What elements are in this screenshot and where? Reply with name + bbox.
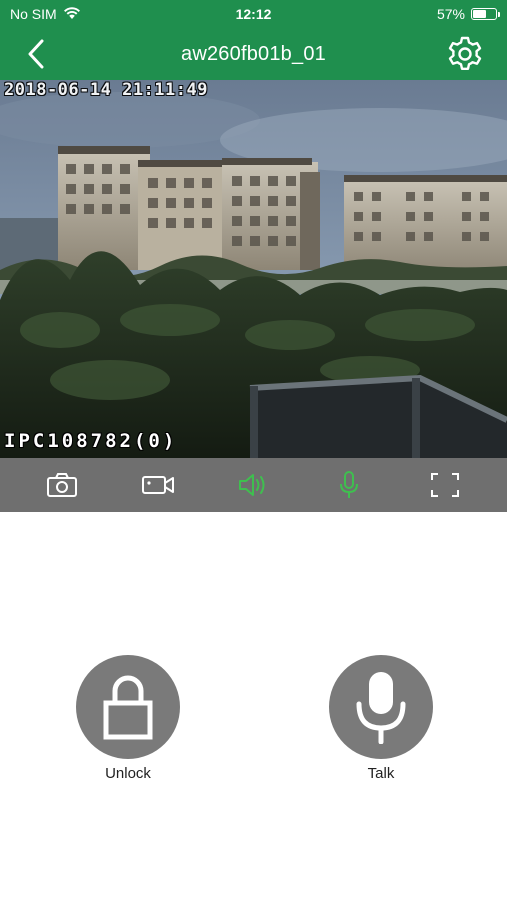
talk-label: Talk: [367, 765, 395, 782]
microphone-icon: [356, 672, 406, 744]
mic-toggle-button[interactable]: [327, 465, 371, 505]
carrier-text: No SIM: [10, 6, 57, 22]
talk-button[interactable]: [329, 655, 433, 759]
chevron-left-icon: [28, 39, 44, 69]
unlock-action: Unlock: [76, 655, 180, 782]
camera-icon: [46, 473, 77, 497]
video-record-icon: [141, 476, 174, 494]
unlock-button[interactable]: [76, 655, 180, 759]
snapshot-button[interactable]: [40, 465, 84, 505]
microphone-icon: [340, 471, 359, 498]
lock-icon: [103, 675, 153, 740]
fullscreen-button[interactable]: [423, 465, 467, 505]
video-timestamp: 2018-06-14 21:11:49: [4, 80, 208, 100]
battery-icon: [471, 8, 500, 20]
status-bar: No SIM 12:12 57%: [0, 0, 507, 28]
video-control-bar: [0, 458, 507, 512]
wifi-icon: [63, 6, 81, 23]
audio-toggle-button[interactable]: [231, 465, 275, 505]
status-left: No SIM: [10, 6, 81, 23]
battery-percent: 57%: [436, 6, 465, 22]
gear-icon: [448, 36, 482, 70]
record-button[interactable]: [136, 465, 180, 505]
video-feed[interactable]: 2018-06-14 21:11:49 IPC108782(0): [0, 80, 507, 458]
back-button[interactable]: [18, 36, 54, 72]
fullscreen-icon: [431, 473, 460, 497]
video-scene: [0, 80, 507, 458]
battery-fill: [473, 10, 486, 18]
settings-button[interactable]: [445, 34, 485, 74]
page-title: aw260fb01b_01: [181, 42, 326, 65]
nav-bar: aw260fb01b_01: [0, 28, 507, 80]
speaker-icon: [239, 474, 265, 496]
camera-id-overlay: IPC108782(0): [4, 430, 178, 452]
talk-action: Talk: [329, 655, 433, 782]
unlock-label: Unlock: [105, 765, 151, 782]
status-right: 57%: [436, 6, 500, 22]
